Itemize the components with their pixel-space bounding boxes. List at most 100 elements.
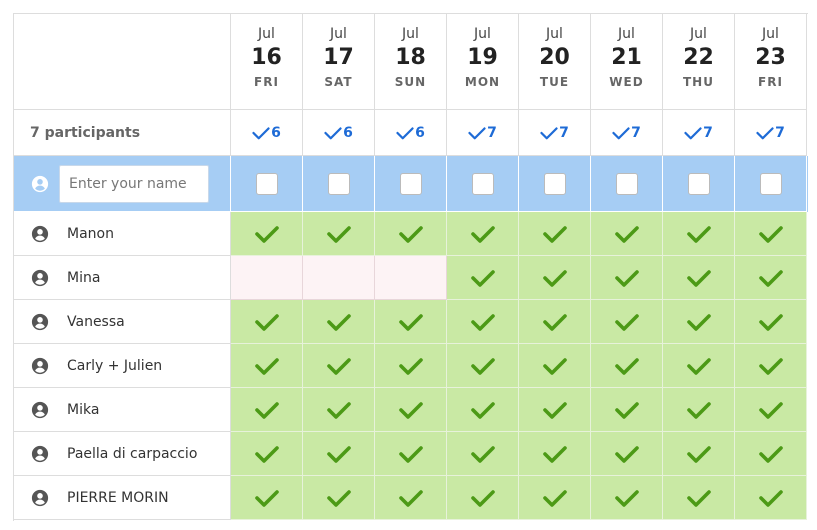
vote-yes-cell	[519, 432, 591, 476]
checkmark-icon	[326, 313, 351, 331]
vote-yes-cell	[375, 300, 447, 344]
checkmark-icon	[254, 489, 279, 507]
date-day: 23	[755, 45, 786, 70]
vote-yes-cell	[735, 432, 807, 476]
vote-yes-cell	[519, 212, 591, 256]
availability-checkbox[interactable]	[399, 172, 422, 195]
new-vote-cell-3	[447, 156, 519, 212]
count-row: 7 participants 6 6 6 7 7 7 7 7	[14, 110, 808, 156]
availability-checkbox[interactable]	[615, 172, 638, 195]
checkmark-icon	[324, 126, 343, 140]
new-vote-cell-1	[303, 156, 375, 212]
checkmark-icon	[758, 269, 783, 287]
vote-no-cell	[303, 256, 375, 300]
checkmark-icon	[254, 401, 279, 419]
checkmark-icon	[542, 445, 567, 463]
vote-yes-cell	[519, 300, 591, 344]
vote-count-value: 6	[415, 124, 425, 141]
checkmark-icon	[252, 126, 271, 140]
vote-yes-cell	[447, 344, 519, 388]
vote-yes-cell	[663, 476, 735, 520]
vote-yes-cell	[735, 212, 807, 256]
vote-yes-cell	[375, 432, 447, 476]
date-day: 20	[539, 45, 570, 70]
vote-yes-cell	[663, 212, 735, 256]
checkmark-icon	[254, 313, 279, 331]
participant-name: Paella di carpaccio	[67, 445, 198, 462]
date-weekday: TUE	[539, 75, 570, 89]
participant-name: PIERRE MORIN	[67, 489, 169, 506]
checkmark-icon	[614, 401, 639, 419]
vote-yes-cell	[447, 300, 519, 344]
vote-count-value: 7	[559, 124, 569, 141]
date-month: Jul	[618, 26, 635, 42]
vote-yes-cell	[447, 212, 519, 256]
participant-name-cell: Carly + Julien	[14, 344, 231, 388]
participant-name-cell: Manon	[14, 212, 231, 256]
availability-checkbox[interactable]	[759, 172, 782, 195]
checkmark-icon	[326, 225, 351, 243]
date-header-5: Jul 21 WED	[591, 14, 663, 110]
checkmark-icon	[398, 225, 423, 243]
vote-yes-cell	[375, 344, 447, 388]
checkmark-icon	[758, 445, 783, 463]
vote-yes-cell	[735, 344, 807, 388]
vote-yes-cell	[303, 212, 375, 256]
checkmark-icon	[254, 445, 279, 463]
vote-count-value: 7	[487, 124, 497, 141]
checkmark-icon	[542, 489, 567, 507]
user-circle-icon	[31, 175, 49, 193]
vote-count-1: 6	[303, 110, 375, 156]
date-month: Jul	[690, 26, 707, 42]
checkmark-icon	[758, 357, 783, 375]
vote-count-5: 7	[591, 110, 663, 156]
checkmark-icon	[686, 401, 711, 419]
user-circle-icon	[31, 313, 49, 331]
vote-yes-cell	[303, 300, 375, 344]
date-weekday: SUN	[394, 75, 427, 89]
checkmark-icon	[756, 126, 775, 140]
vote-yes-cell	[663, 432, 735, 476]
vote-yes-cell	[591, 300, 663, 344]
checkmark-icon	[758, 489, 783, 507]
vote-yes-cell	[303, 344, 375, 388]
vote-yes-cell	[735, 300, 807, 344]
vote-yes-cell	[303, 388, 375, 432]
vote-count-value: 7	[703, 124, 713, 141]
vote-count-3: 7	[447, 110, 519, 156]
checkmark-icon	[470, 357, 495, 375]
user-circle-icon	[31, 489, 49, 507]
vote-yes-cell	[735, 476, 807, 520]
vote-yes-cell	[303, 476, 375, 520]
date-weekday: SAT	[324, 75, 353, 89]
vote-yes-cell	[519, 344, 591, 388]
participant-row: PIERRE MORIN	[14, 476, 808, 520]
name-input[interactable]	[59, 164, 209, 203]
checkmark-icon	[326, 445, 351, 463]
date-weekday: WED	[609, 75, 644, 89]
checkmark-icon	[396, 126, 415, 140]
availability-checkbox[interactable]	[471, 172, 494, 195]
availability-checkbox[interactable]	[543, 172, 566, 195]
vote-count-value: 7	[631, 124, 641, 141]
availability-checkbox[interactable]	[255, 172, 278, 195]
checkmark-icon	[468, 126, 487, 140]
date-header-1: Jul 17 SAT	[303, 14, 375, 110]
checkmark-icon	[542, 357, 567, 375]
checkmark-icon	[684, 126, 703, 140]
vote-yes-cell	[375, 388, 447, 432]
checkmark-icon	[398, 445, 423, 463]
vote-yes-cell	[591, 256, 663, 300]
vote-no-cell	[375, 256, 447, 300]
new-vote-cell-4	[519, 156, 591, 212]
new-vote-cell-7	[735, 156, 807, 212]
vote-yes-cell	[231, 388, 303, 432]
vote-yes-cell	[447, 476, 519, 520]
vote-yes-cell	[231, 344, 303, 388]
checkmark-icon	[470, 401, 495, 419]
vote-yes-cell	[735, 388, 807, 432]
participant-row: Vanessa	[14, 300, 808, 344]
availability-checkbox[interactable]	[327, 172, 350, 195]
availability-checkbox[interactable]	[687, 172, 710, 195]
checkmark-icon	[686, 269, 711, 287]
